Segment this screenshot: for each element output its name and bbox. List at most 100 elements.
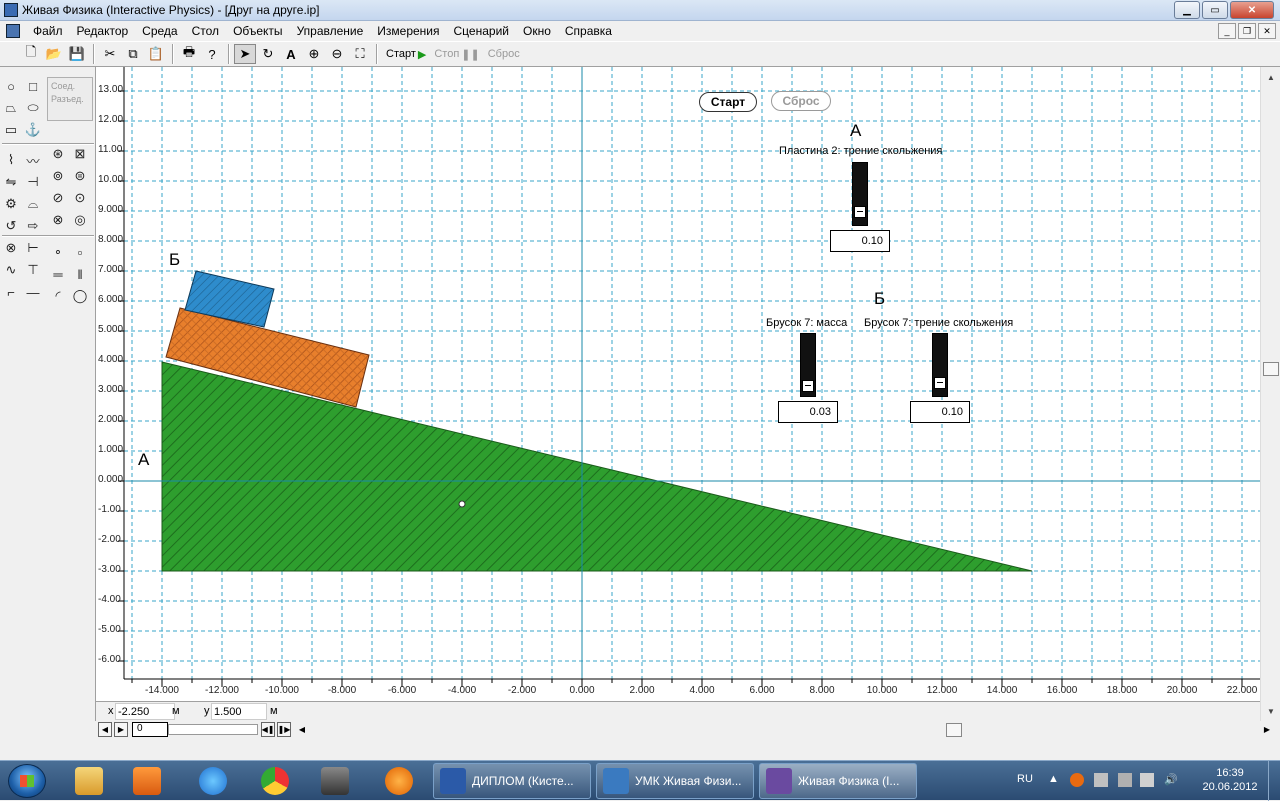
open-folder-icon[interactable]: 📂 [43,44,65,64]
toolbar-start-button[interactable]: Старт ▶ [382,48,430,61]
frame-back-icon[interactable]: ◀ [98,722,112,737]
hscroll-left-icon[interactable]: ◀ [295,722,309,737]
language-indicator[interactable]: RU [1017,773,1033,785]
frame-forward-icon[interactable]: ▶ [114,722,128,737]
internet-explorer-icon[interactable] [186,764,240,798]
gear-tool-icon[interactable]: ⚙ [0,193,22,215]
avast-icon[interactable] [372,764,426,798]
vertical-scrollbar[interactable]: ▲ ▼ [1260,67,1280,721]
task-live-physics[interactable]: Живая Физика (I... [759,763,917,799]
menu-measure[interactable]: Измерения [370,24,446,38]
y-coord-field[interactable]: 1.500 [211,703,267,720]
block-friction-value[interactable]: 0.10 [910,401,970,423]
rigid-joint-tool-icon[interactable]: ⊠ [69,143,91,165]
network-tool-icon[interactable] [308,764,362,798]
maximize-button[interactable]: ▭ [1202,1,1228,19]
new-file-icon[interactable]: 🗋 [20,44,42,64]
network-icon[interactable] [1140,773,1154,787]
vertical-slot-tool-icon[interactable]: ‖ [69,263,91,285]
hscroll-right-icon[interactable]: ▶ [1260,722,1274,737]
media-player-icon[interactable] [120,764,174,798]
volume-icon[interactable]: 🔊 [1164,773,1178,787]
doc-close-button[interactable]: ✕ [1258,23,1276,39]
spring-tool-icon[interactable]: 〰 [22,149,44,171]
slider-thumb[interactable] [802,379,814,392]
damper-tool-icon[interactable]: ⇋ [0,171,22,193]
curved-slot-tool-icon[interactable]: ⊘ [47,187,69,209]
motor-tool-icon[interactable]: ⊗ [0,237,22,259]
print-icon[interactable]: 🖶 [178,44,200,64]
frame-end-icon[interactable]: ❚▶ [277,722,291,737]
paste-icon[interactable]: 📋 [145,44,167,64]
square-point-tool-icon[interactable]: ▫ [69,241,91,263]
save-icon[interactable]: 💾 [66,44,88,64]
circle-tool-icon[interactable]: ○ [0,75,22,97]
slider-thumb[interactable] [934,377,946,390]
start-menu-button[interactable] [8,764,46,798]
polygon-tool-icon[interactable]: ⏢ [0,97,22,119]
circle-slot-tool-icon[interactable]: ◯ [69,285,91,307]
frame-track[interactable] [168,724,258,735]
copy-icon[interactable]: ⧉ [122,44,144,64]
menu-script[interactable]: Сценарий [447,24,516,38]
block-mass-value[interactable]: 0.03 [778,401,838,423]
help-icon[interactable]: ? [201,44,223,64]
point-slot-tool-icon[interactable]: ⊗ [47,209,69,231]
split-button[interactable]: Разъед. [48,91,92,104]
frame-counter[interactable]: 0 [132,722,168,737]
workspace-canvas[interactable]: 13.00 12.00 11.00 10.00 9.000 8.000 7.000 6.000… [96,67,1260,701]
doc-minimize-button[interactable]: _ [1218,23,1236,39]
slider-plate-friction[interactable] [852,162,868,226]
force-tool-icon[interactable]: ⇨ [22,215,44,237]
menu-world[interactable]: Среда [135,24,184,38]
document-icon[interactable] [6,24,20,38]
toolbar-reset-button[interactable]: Сброс [484,48,524,60]
scroll-up-icon[interactable]: ▲ [1263,69,1279,85]
scroll-down-icon[interactable]: ▼ [1263,703,1279,719]
plate-friction-value[interactable]: 0.10 [830,230,890,252]
slot-tool-icon[interactable]: ⊚ [47,165,69,187]
show-hidden-icons-icon[interactable]: ▲ [1048,773,1062,787]
text-tool-icon[interactable]: A [280,44,302,64]
flag-icon[interactable] [1094,773,1108,787]
menu-window[interactable]: Окно [516,24,558,38]
join-button[interactable]: Соед. [48,78,92,91]
doc-restore-button[interactable]: ❐ [1238,23,1256,39]
line-tool-icon[interactable]: — [22,281,44,303]
keyed-curved-slot-tool-icon[interactable]: ⊙ [69,187,91,209]
pin-joint-tool-icon[interactable]: ⊛ [47,143,69,165]
menu-object[interactable]: Объекты [226,24,290,38]
separator-tool-icon[interactable]: ⊤ [22,259,44,281]
pointer-icon[interactable]: ➤ [234,44,256,64]
clock[interactable]: 16:39 20.06.2012 [1195,766,1265,794]
rotate-icon[interactable]: ↻ [257,44,279,64]
zoom-in-icon[interactable]: ⊕ [303,44,325,64]
point-tool-icon[interactable]: ∘ [47,241,69,263]
rope-spring-tool-icon[interactable]: ∿ [0,259,22,281]
round-slot-tool-icon[interactable]: ◎ [69,209,91,231]
x-coord-field[interactable]: -2.250 [115,703,175,720]
menu-help[interactable]: Справка [558,24,619,38]
arc-slot-tool-icon[interactable]: ◜ [47,285,69,307]
rod-tool-icon[interactable]: ⊣ [22,171,44,193]
show-desktop-button[interactable] [1268,761,1280,801]
rope-tool-icon[interactable]: ⌇ [0,149,22,171]
toolbar-stop-button[interactable]: Стоп ❚❚ [430,48,483,61]
task-word-document[interactable]: ДИПЛОМ (Кисте... [433,763,591,799]
explorer-icon[interactable] [62,764,116,798]
close-button[interactable]: ✕ [1230,1,1274,19]
avast-tray-icon[interactable] [1070,773,1084,787]
menu-define[interactable]: Управление [290,24,371,38]
zoom-fit-icon[interactable]: ⛶ [349,44,371,64]
actuator-tool-icon[interactable]: ⊢ [22,237,44,259]
keyed-slot-tool-icon[interactable]: ⊜ [69,165,91,187]
horizontal-scroll-thumb[interactable] [946,723,962,737]
slider-block-friction[interactable] [932,333,948,397]
torque-tool-icon[interactable]: ↺ [0,215,22,237]
zoom-out-icon[interactable]: ⊖ [326,44,348,64]
minimize-button[interactable]: ▁ [1174,1,1200,19]
menu-view[interactable]: Стол [185,24,226,38]
slider-thumb[interactable] [854,206,866,219]
menu-file[interactable]: Файл [26,24,70,38]
slider-block-mass[interactable] [800,333,816,397]
